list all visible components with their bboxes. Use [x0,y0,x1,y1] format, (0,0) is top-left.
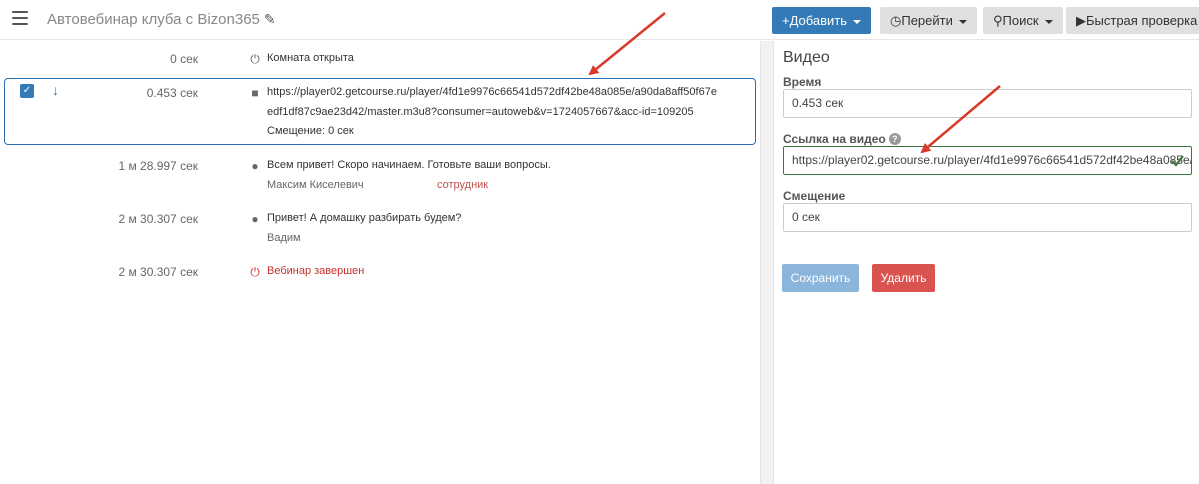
quick-check-button[interactable]: ▶Быстрая проверка [1066,7,1199,34]
help-icon[interactable]: ? [888,133,901,145]
pencil-icon[interactable]: ✎ [264,11,276,28]
hamburger-menu-icon[interactable] [12,11,28,25]
caret-down-icon [853,19,862,24]
video-link-input[interactable]: https://player02.getcourse.ru/player/4fd… [783,146,1192,175]
event-row[interactable]: 2 м 30.307 сек ● Привет! А домашку разби… [0,212,760,252]
add-button[interactable]: +Добавить [772,7,872,34]
event-row-video: 0.453 сек ■ https://player02.getcourse.r… [0,86,760,146]
goto-button-label: Перейти [901,13,953,28]
event-list: 0 сек ⏻ Комната открыта ✓ ↓ 0.453 сек ■ … [0,41,760,484]
event-text: Привет! А домашку разбирать будем? [267,212,462,224]
video-link-label: Ссылка на видео? [783,132,901,146]
play-icon: ▶ [1076,13,1086,28]
chat-bubble-icon: ● [251,212,259,226]
save-button[interactable]: Сохранить [782,264,859,292]
panel-divider[interactable] [760,41,774,484]
page-title-text: Автовебинар клуба с Bizon365 [47,11,260,28]
event-author: Максим Киселевич [267,179,364,191]
event-text: Всем привет! Скоро начинаем. Готовьте ва… [267,159,551,171]
checkmark-icon [1171,155,1184,167]
chat-bubble-icon: ● [251,159,259,173]
add-button-label: Добавить [789,13,848,28]
event-url-line-2: edf1df87c9ae23d42/master.m3u8?consumer=a… [267,106,694,118]
event-text: Вебинар завершен [267,265,365,277]
caret-down-icon [1044,19,1053,24]
event-time: 0 сек [170,52,198,66]
event-url-line-1: https://player02.getcourse.ru/player/4fd… [267,86,717,98]
power-icon: ⏻ [250,265,260,279]
event-time: 0.453 сек [146,86,198,100]
time-label: Время [783,75,822,89]
search-button-label: Поиск [1002,13,1039,28]
event-offset: Смещение: 0 сек [267,125,354,137]
power-icon: ⏻ [250,52,260,66]
goto-button[interactable]: ◷Перейти [880,7,977,34]
search-button[interactable]: ⚲Поиск [983,7,1063,34]
video-camera-icon: ■ [251,86,259,100]
event-role: сотрудник [437,179,489,191]
video-link-label-text: Ссылка на видео [783,132,886,146]
event-time: 1 м 28.997 сек [118,159,198,173]
page-title: Автовебинар клуба с Bizon365 ✎ [47,11,276,28]
event-row[interactable]: 1 м 28.997 сек ● Всем привет! Скоро начи… [0,159,760,199]
offset-label: Смещение [783,189,846,203]
event-row[interactable]: 2 м 30.307 сек ⏻ Вебинар завершен [0,265,760,285]
edit-panel: Видео Время 0.453 сек Ссылка на видео? h… [774,41,1199,484]
top-bar: Автовебинар клуба с Bizon365 ✎ +Добавить … [0,0,1199,40]
event-text: Комната открыта [267,52,354,64]
search-icon: ⚲ [993,13,1003,28]
clock-icon: ◷ [890,13,902,28]
panel-title: Видео [783,49,830,66]
offset-input[interactable]: 0 сек [783,203,1192,232]
event-author: Вадим [267,232,301,244]
event-time: 2 м 30.307 сек [118,212,198,226]
quick-check-button-label: Быстрая проверка [1086,13,1198,28]
caret-down-icon [958,19,967,24]
time-input[interactable]: 0.453 сек [783,89,1192,118]
plus-icon: + [782,13,790,28]
event-row[interactable]: 0 сек ⏻ Комната открыта [0,52,760,72]
video-link-value: https://player02.getcourse.ru/player/4fd… [792,153,1191,167]
delete-button[interactable]: Удалить [872,264,935,292]
event-time: 2 м 30.307 сек [118,265,198,279]
